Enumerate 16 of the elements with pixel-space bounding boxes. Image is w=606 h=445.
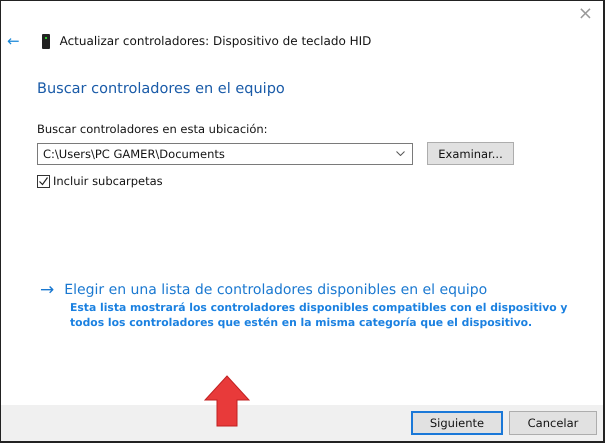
back-button[interactable]: ← (5, 32, 22, 50)
cancel-button[interactable]: Cancelar (509, 411, 597, 435)
driver-list-link[interactable]: Elegir en una lista de controladores disponibles en el equipo (64, 282, 488, 298)
arrow-glyph: → (40, 280, 54, 300)
checkbox-label: Incluir subcarpetas (53, 174, 163, 188)
browse-button[interactable]: Examinar... (427, 142, 514, 165)
path-combo-box[interactable]: C:\Users\PC GAMER\Documents (37, 142, 413, 164)
next-button[interactable]: Siguiente (411, 411, 503, 435)
up-arrow-icon (204, 375, 250, 427)
device-icon (42, 34, 50, 48)
field-label: Buscar controladores en esta ubicación: (37, 122, 269, 136)
caret-icon (396, 151, 405, 156)
checkbox[interactable] (37, 174, 50, 188)
option-description: Esta lista mostrará los controladores disponibles compatibles con el dispositivo y todos los controladores que estén en la misma categoría que el dispositivo. (70, 300, 568, 330)
page-heading: Buscar controladores en el equipo (37, 81, 286, 97)
window-title: Actualizar controladores: Dispositivo de teclado HID (60, 34, 372, 48)
